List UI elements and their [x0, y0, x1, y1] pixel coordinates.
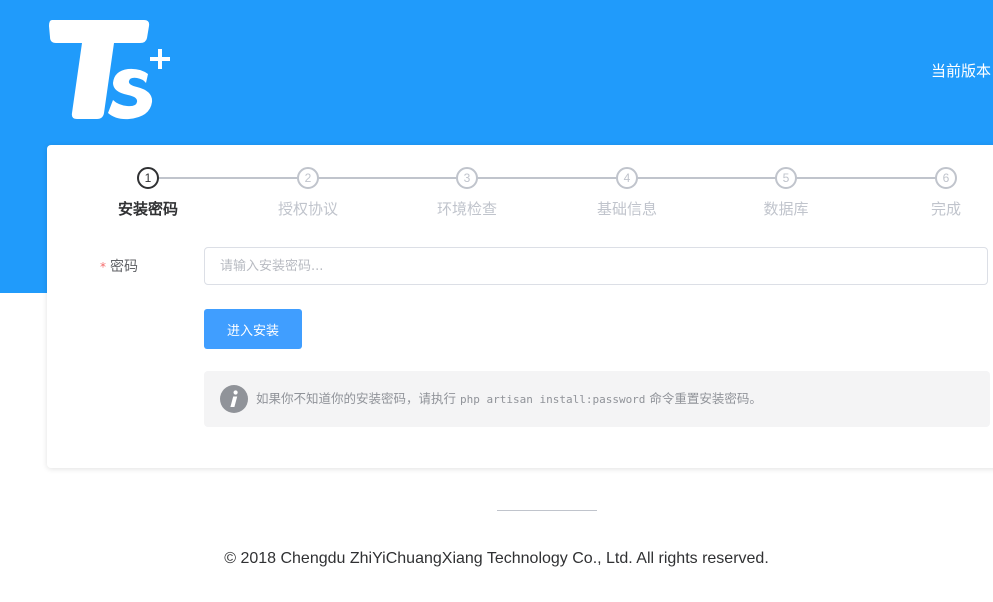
footer-copyright: © 2018 Chengdu ZhiYiChuangXiang Technolo…: [224, 550, 769, 567]
step-label: 安装密码: [117, 200, 178, 218]
step-number: 1: [137, 167, 159, 189]
password-hint-text: 如果你不知道你的安装密码，请执行 php artisan install:pas…: [256, 388, 762, 411]
step-label: 环境检查: [436, 200, 497, 218]
password-input[interactable]: [204, 247, 988, 285]
step-number: 3: [456, 167, 478, 189]
ts-plus-logo: [49, 20, 170, 120]
info-icon: [220, 385, 248, 413]
enter-install-button[interactable]: 进入安装: [204, 309, 302, 349]
step-basic-info: 4 基础信息: [577, 167, 677, 227]
step-license-agreement: 2 授权协议: [258, 167, 358, 227]
hint-text-after: 命令重置安装密码。: [649, 391, 762, 406]
step-label: 授权协议: [277, 200, 338, 218]
step-label: 完成: [930, 200, 961, 218]
step-install-password: 1 安装密码: [98, 167, 198, 227]
step-number: 2: [297, 167, 319, 189]
step-number: 4: [616, 167, 638, 189]
reset-command: php artisan install:password: [460, 393, 646, 406]
footer-divider: [497, 510, 597, 511]
required-asterisk: *: [100, 260, 106, 274]
version-label: 当前版本: [931, 62, 992, 80]
step-label: 数据库: [763, 200, 809, 218]
step-database: 5 数据库: [736, 167, 836, 227]
password-label: * 密码: [100, 256, 180, 278]
password-hint-alert: 如果你不知道你的安装密码，请执行 php artisan install:pas…: [204, 371, 990, 427]
hint-text-before: 如果你不知道你的安装密码，请执行: [256, 391, 457, 406]
step-label: 基础信息: [596, 200, 657, 218]
step-environment-check: 3 环境检查: [417, 167, 517, 227]
password-label-text: 密码: [110, 259, 138, 275]
step-complete: 6 完成: [896, 167, 993, 227]
step-number: 5: [775, 167, 797, 189]
step-number: 6: [935, 167, 957, 189]
